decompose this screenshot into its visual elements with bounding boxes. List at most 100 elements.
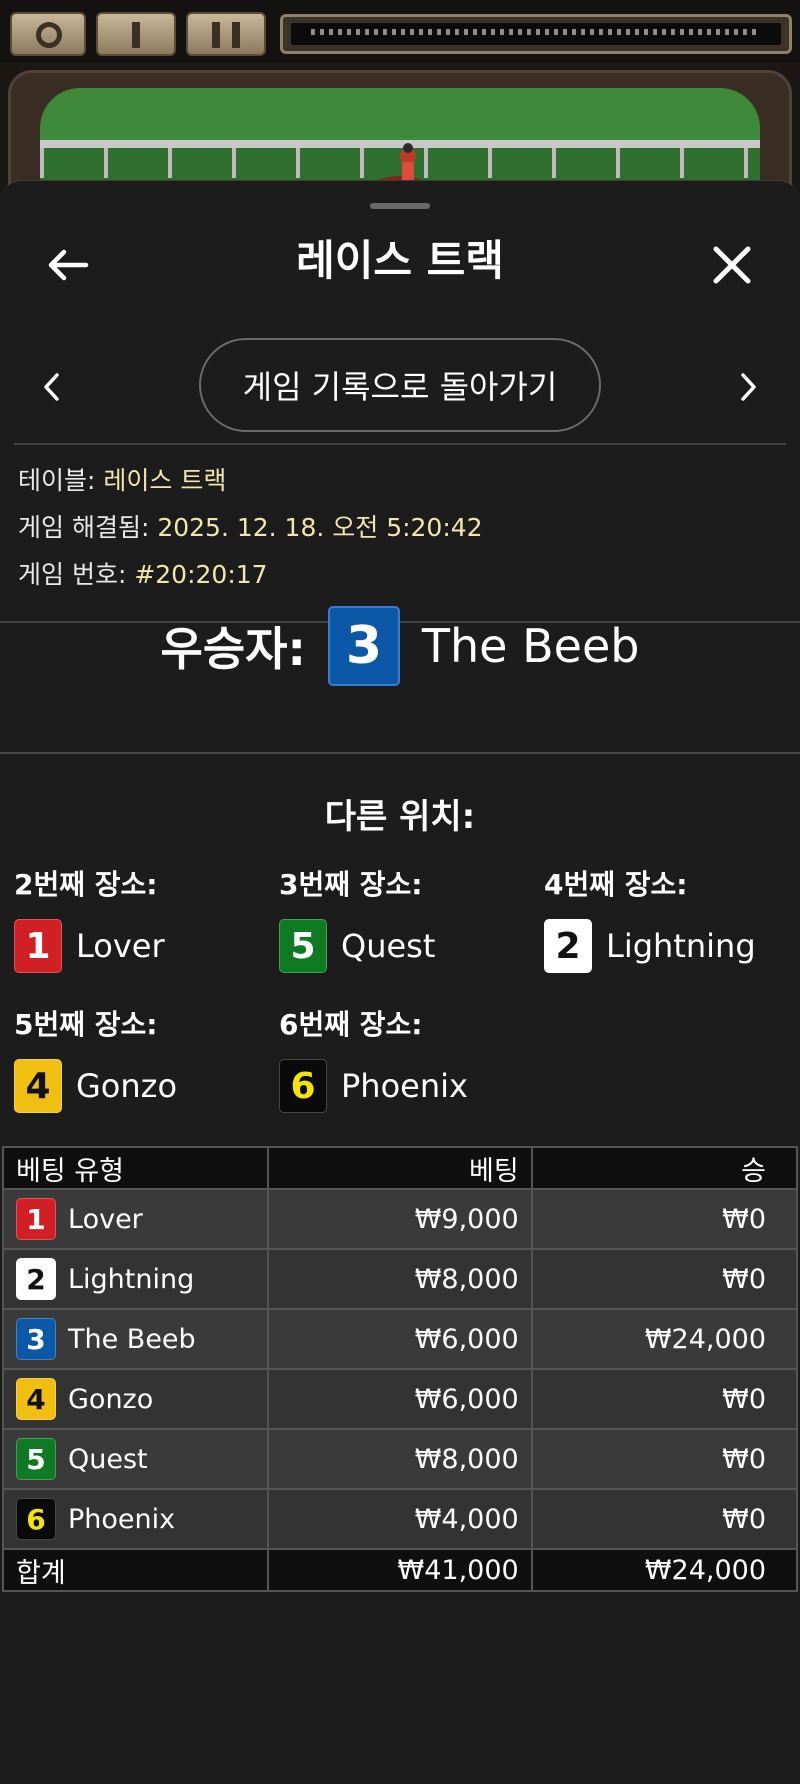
section-divider: [0, 752, 800, 754]
win-amount-cell: ₩0: [530, 1188, 799, 1250]
place-item: 5번째 장소: 4 Gonzo: [14, 1003, 274, 1113]
horse-number-badge: 5: [16, 1438, 56, 1480]
header-bet: 베팅: [266, 1146, 533, 1190]
divider: [14, 443, 786, 445]
bet-type-cell: 3 The Beeb: [2, 1308, 269, 1370]
drag-handle[interactable]: [370, 203, 430, 209]
game-details-sheet: 레이스 트랙 게임 기록으로 돌아가기 테이블: 레이스 트랙 게임 해결됨: …: [0, 180, 800, 1784]
horse-number-badge: 5: [279, 919, 327, 973]
horse-name: Lightning: [606, 927, 756, 965]
close-button[interactable]: [702, 235, 762, 295]
game-scene-background: [0, 0, 800, 200]
place-label: 4번째 장소:: [544, 868, 688, 901]
game-toolbar-button-3[interactable]: [186, 12, 266, 56]
place-label: 3번째 장소:: [279, 868, 423, 901]
circle-icon: [36, 22, 62, 48]
horse-cell: 5 Quest: [16, 1438, 255, 1480]
total-bet: ₩41,000: [266, 1548, 533, 1592]
header-bet-type: 베팅 유형: [2, 1146, 269, 1190]
table-header-row: 베팅 유형 베팅 승: [2, 1146, 799, 1190]
place-label: 2번째 장소:: [14, 868, 158, 901]
bet-type-cell: 5 Quest: [2, 1428, 269, 1490]
table-row: 3 The Beeb ₩6,000 ₩24,000: [2, 1308, 799, 1370]
header-win: 승: [530, 1146, 799, 1190]
game-topbar: [0, 0, 800, 62]
chevron-left-icon: [44, 373, 59, 401]
info-table-label: 테이블:: [18, 466, 104, 495]
total-win: ₩24,000: [530, 1548, 799, 1592]
game-ticker: [280, 14, 792, 54]
horse-number-badge: 3: [16, 1318, 56, 1360]
bet-amount-cell: ₩8,000: [266, 1428, 533, 1490]
place-item: 4번째 장소: 2 Lightning: [544, 863, 800, 973]
info-table-value: 레이스 트랙: [103, 466, 227, 495]
place-item: 3번째 장소: 5 Quest: [279, 863, 539, 973]
horse-number-badge: 2: [16, 1258, 56, 1300]
horse-name: Phoenix: [68, 1503, 176, 1535]
horse-name: Phoenix: [341, 1067, 468, 1105]
total-label: 합계: [2, 1548, 269, 1592]
info-resolved-label: 게임 해결됨:: [18, 513, 158, 542]
horse-number-badge: 4: [14, 1059, 62, 1113]
horse-number-badge: 2: [544, 919, 592, 973]
double-bar-icon: [212, 22, 220, 48]
horse-number-badge: 1: [16, 1198, 56, 1240]
horse-name: Lover: [68, 1203, 143, 1235]
info-resolved-value: 2025. 12. 18. 오전 5:20:42: [157, 513, 483, 542]
horse-cell: 2 Lightning: [16, 1258, 255, 1300]
info-table-row: 테이블: 레이스 트랙: [18, 463, 483, 510]
bet-type-cell: 6 Phoenix: [2, 1488, 269, 1550]
game-toolbar-button-1[interactable]: [10, 12, 86, 56]
game-toolbar-button-2[interactable]: [96, 12, 176, 56]
back-button[interactable]: [38, 235, 98, 295]
bet-amount-cell: ₩6,000: [266, 1308, 533, 1370]
horse-name: Quest: [341, 927, 436, 965]
win-amount-cell: ₩0: [530, 1368, 799, 1430]
table-row: 1 Lover ₩9,000 ₩0: [2, 1188, 799, 1250]
horse-name: The Beeb: [68, 1323, 196, 1355]
place-horse: 6 Phoenix: [279, 1059, 539, 1113]
back-to-history-button[interactable]: 게임 기록으로 돌아가기: [199, 338, 601, 432]
next-game-button[interactable]: [724, 357, 774, 417]
bets-table: 베팅 유형 베팅 승 1 Lover ₩9,000 ₩0 2 Lightning ₩8,00…: [2, 1146, 799, 1592]
win-amount-cell: ₩24,000: [530, 1308, 799, 1370]
winner-number-badge: 3: [327, 606, 400, 686]
place-item: 6번째 장소: 6 Phoenix: [279, 1003, 539, 1113]
place-horse: 5 Quest: [279, 919, 539, 973]
table-row: 6 Phoenix ₩4,000 ₩0: [2, 1488, 799, 1550]
horse-number-badge: 6: [279, 1059, 327, 1113]
bet-type-cell: 4 Gonzo: [2, 1368, 269, 1430]
bet-type-cell: 1 Lover: [2, 1188, 269, 1250]
horse-name: Quest: [68, 1443, 148, 1475]
win-amount-cell: ₩0: [530, 1428, 799, 1490]
double-bar-icon-second: [232, 22, 240, 48]
bet-type-cell: 2 Lightning: [2, 1248, 269, 1310]
horse-name: Lightning: [68, 1263, 195, 1295]
other-positions-title: 다른 위치:: [324, 797, 476, 837]
bet-amount-cell: ₩6,000: [266, 1368, 533, 1430]
bet-amount-cell: ₩9,000: [266, 1188, 533, 1250]
place-horse: 1 Lover: [14, 919, 274, 973]
arrow-left-icon: [48, 249, 89, 281]
table-row: 4 Gonzo ₩6,000 ₩0: [2, 1368, 799, 1430]
previous-game-button[interactable]: [26, 357, 76, 417]
place-horse: 4 Gonzo: [14, 1059, 274, 1113]
page-title: 레이스 트랙: [296, 236, 504, 285]
single-bar-icon: [132, 22, 140, 48]
table-row: 5 Quest ₩8,000 ₩0: [2, 1428, 799, 1490]
table-row: 2 Lightning ₩8,000 ₩0: [2, 1248, 799, 1310]
place-label: 6번째 장소:: [279, 1008, 423, 1041]
horse-name: Lover: [76, 927, 165, 965]
place-label: 5번째 장소:: [14, 1008, 158, 1041]
horse-name: Gonzo: [68, 1383, 154, 1415]
winner-label: 우승자:: [160, 622, 306, 676]
win-amount-cell: ₩0: [530, 1248, 799, 1310]
horse-name: Gonzo: [76, 1067, 178, 1105]
bet-amount-cell: ₩4,000: [266, 1488, 533, 1550]
winner-name: The Beeb: [421, 619, 640, 673]
table-total-row: 합계 ₩41,000 ₩24,000: [2, 1548, 799, 1592]
win-amount-cell: ₩0: [530, 1488, 799, 1550]
ticker-dots: [311, 29, 761, 35]
info-resolved-row: 게임 해결됨: 2025. 12. 18. 오전 5:20:42: [18, 510, 483, 557]
winner-section: 우승자: 3 The Beeb: [0, 581, 800, 711]
